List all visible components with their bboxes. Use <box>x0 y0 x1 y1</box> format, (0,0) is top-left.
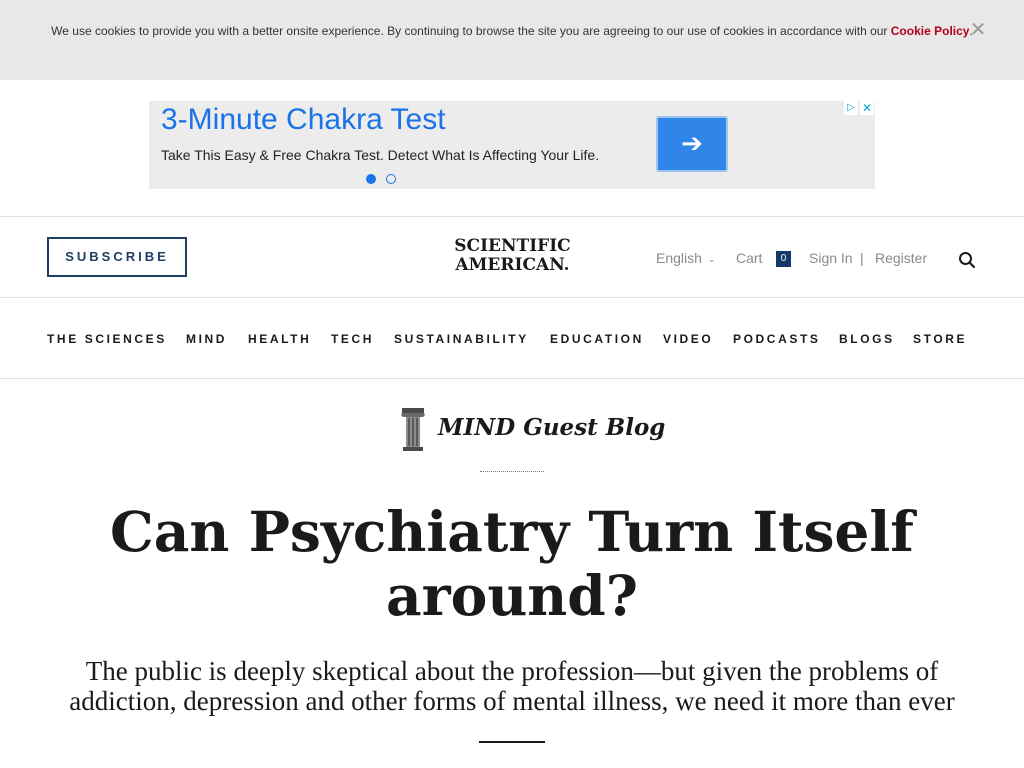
divider <box>0 297 1024 298</box>
search-icon[interactable] <box>957 250 977 270</box>
logo-line-2: AMERICAN. <box>455 255 570 275</box>
ad-headline[interactable]: 3-Minute Chakra Test <box>161 103 446 137</box>
ad-body[interactable]: Take This Easy & Free Chakra Test. Detec… <box>161 147 599 163</box>
ad-slide-dot[interactable] <box>386 174 396 184</box>
separator: | <box>860 250 864 266</box>
cookie-banner: We use cookies to provide you with a bet… <box>0 0 1024 80</box>
column-icon <box>398 406 428 454</box>
ad-close-icon[interactable]: ✕ <box>860 101 874 115</box>
site-logo[interactable]: SCIENTIFIC AMERICAN. <box>440 237 585 275</box>
cookie-banner-text: We use cookies to provide you with a bet… <box>40 21 984 41</box>
divider <box>479 741 545 743</box>
nav-item-store[interactable]: STORE <box>913 331 967 347</box>
cookie-message: We use cookies to provide you with a bet… <box>51 24 891 38</box>
nav-item-education[interactable]: EDUCATION <box>550 331 644 347</box>
nav-item-video[interactable]: VIDEO <box>663 331 713 347</box>
divider <box>0 216 1024 217</box>
language-label: English <box>656 250 702 266</box>
cookie-policy-link[interactable]: Cookie Policy <box>891 24 970 38</box>
advertisement[interactable]: 3-Minute Chakra Test Take This Easy & Fr… <box>149 101 875 189</box>
language-selector[interactable]: English ⌄ <box>656 250 715 267</box>
ad-cta-button[interactable]: ➔ <box>656 116 728 172</box>
register-link[interactable]: Register <box>875 250 927 266</box>
nav-item-blogs[interactable]: BLOGS <box>839 331 895 347</box>
chevron-down-icon: ⌄ <box>707 254 716 264</box>
nav-item-the-sciences[interactable]: THE SCIENCES <box>47 331 167 347</box>
blog-name-link[interactable]: MIND Guest Blog <box>438 410 665 446</box>
ad-slide-dot-active[interactable] <box>366 174 376 184</box>
article-headline: Can Psychiatry Turn Itself around? <box>110 499 914 628</box>
nav-item-tech[interactable]: TECH <box>331 331 374 347</box>
close-icon[interactable]: ✕ <box>968 20 988 40</box>
nav-item-health[interactable]: HEALTH <box>248 331 311 347</box>
divider <box>0 378 1024 379</box>
nav-item-mind[interactable]: MIND <box>186 331 227 347</box>
divider <box>480 471 544 472</box>
nav-item-sustainability[interactable]: SUSTAINABILITY <box>394 331 529 347</box>
logo-line-1: SCIENTIFIC <box>454 236 571 256</box>
arrow-right-icon: ➔ <box>681 128 703 158</box>
article-dek: The public is deeply skeptical about the… <box>69 656 955 716</box>
nav-item-podcasts[interactable]: PODCASTS <box>733 331 820 347</box>
subscribe-button[interactable]: SUBSCRIBE <box>47 237 187 277</box>
sign-in-link[interactable]: Sign In <box>809 250 853 266</box>
cart-link[interactable]: Cart <box>736 250 762 266</box>
adchoices-icon[interactable]: ▷ <box>844 101 858 115</box>
cart-count-badge: 0 <box>776 251 791 267</box>
